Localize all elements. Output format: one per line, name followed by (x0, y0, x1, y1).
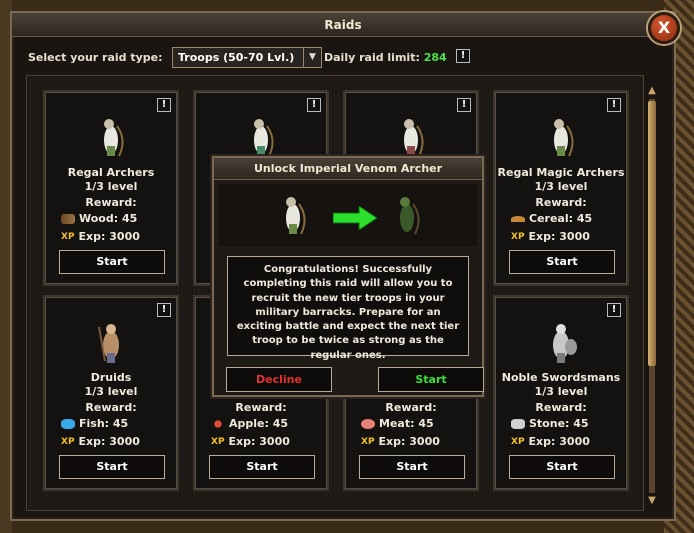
raid-filter-bar: Select your raid type: Troops (50-70 Lvl… (26, 47, 660, 69)
card-level: 1/3 level (84, 180, 138, 193)
start-button[interactable]: Start (209, 455, 315, 479)
decline-button[interactable]: Decline (226, 367, 332, 392)
card-exp: XP Exp: 3000 (511, 230, 590, 243)
modal-message: Congratulations! Successfully completing… (227, 256, 469, 361)
raid-card-regal-magic-archers: ! Regal Magic Archers 1/3 level Reward: … (493, 90, 629, 286)
card-name: Regal Magic Archers (497, 166, 625, 179)
card-exp: XP Exp: 3000 (61, 230, 140, 243)
xp-icon: XP (211, 437, 225, 447)
raid-type-select[interactable]: Troops (50-70 Lvl.) ▼ (172, 47, 322, 68)
daily-limit-label: Daily raid limit: (324, 51, 420, 64)
card-exp: XP Exp: 3000 (361, 435, 440, 448)
start-button[interactable]: Start (359, 455, 465, 479)
fish-icon (61, 419, 75, 429)
card-info-button[interactable]: ! (457, 98, 471, 112)
card-level: 1/3 level (534, 385, 588, 398)
card-exp: XP Exp: 3000 (211, 435, 290, 448)
xp-icon: XP (511, 232, 525, 242)
card-name: Druids (90, 371, 132, 384)
card-reward-label: Reward: (535, 196, 587, 209)
venom-archer-unit-icon (400, 197, 420, 235)
card-resource: Stone: 45 (511, 417, 589, 430)
card-info-button[interactable]: ! (607, 98, 621, 112)
raid-type-label: Select your raid type: (28, 51, 163, 64)
raid-card-noble-swordsmans: ! Noble Swordsmans 1/3 level Reward: Sto… (493, 295, 629, 491)
raid-card-regal-archers: ! Regal Archers 1/3 level Reward: Wood: … (43, 90, 179, 286)
card-name: Noble Swordsmans (501, 371, 621, 384)
xp-icon: XP (511, 437, 525, 447)
card-reward-label: Reward: (85, 196, 137, 209)
card-reward-label: Reward: (85, 401, 137, 414)
card-reward-label: Reward: (535, 401, 587, 414)
unlock-modal: Unlock Imperial Venom Archer Congratulat… (212, 156, 484, 397)
card-info-button[interactable]: ! (607, 303, 621, 317)
xp-icon: XP (61, 437, 75, 447)
wood-icon (61, 214, 75, 224)
daily-limit: Daily raid limit: 284 (324, 51, 447, 64)
raid-type-value: Troops (50-70 Lvl.) (178, 51, 295, 64)
card-exp: XP Exp: 3000 (61, 435, 140, 448)
card-reward-label: Reward: (235, 401, 287, 414)
modal-start-button[interactable]: Start (378, 367, 484, 392)
card-name: Regal Archers (67, 166, 155, 179)
start-button[interactable]: Start (59, 455, 165, 479)
modal-title: Unlock Imperial Venom Archer (214, 158, 482, 180)
scroll-up-arrow-icon[interactable]: ▲ (646, 85, 658, 97)
card-info-button[interactable]: ! (307, 98, 321, 112)
card-resource: Meat: 45 (361, 417, 434, 430)
card-reward-label: Reward: (385, 401, 437, 414)
archer-unit-icon (254, 119, 274, 157)
card-resource: Wood: 45 (61, 212, 137, 225)
green-arrow-icon (333, 206, 377, 230)
meat-icon (361, 419, 375, 429)
apple-icon (211, 419, 225, 429)
cereal-icon (511, 216, 525, 222)
card-info-button[interactable]: ! (157, 98, 171, 112)
card-resource: Apple: 45 (211, 417, 288, 430)
card-level: 1/3 level (534, 180, 588, 193)
swordsman-unit-icon (553, 324, 577, 363)
chevron-down-icon[interactable]: ▼ (303, 48, 321, 67)
stone-icon (511, 419, 525, 429)
druid-unit-icon (98, 324, 119, 363)
xp-icon: XP (361, 437, 375, 447)
card-level: 1/3 level (84, 385, 138, 398)
xp-icon: XP (61, 232, 75, 242)
scroll-down-arrow-icon[interactable]: ▼ (646, 495, 658, 507)
card-exp: XP Exp: 3000 (511, 435, 590, 448)
start-button[interactable]: Start (509, 250, 615, 274)
archer-unit-icon (404, 119, 424, 157)
daily-limit-value: 284 (423, 51, 447, 64)
card-resource: Fish: 45 (61, 417, 128, 430)
raid-card-druids: ! Druids 1/3 level Reward: Fish: 45 XP Ex… (43, 295, 179, 491)
raids-window: Raids Select your raid type: Troops (50-… (10, 11, 676, 521)
current-unit-icon (286, 197, 306, 235)
scroll-thumb[interactable] (648, 101, 656, 366)
archer-unit-icon (104, 119, 124, 157)
card-resource: Cereal: 45 (511, 212, 592, 225)
window-title: Raids (12, 13, 674, 37)
unlock-art (219, 184, 477, 246)
daily-limit-info-button[interactable]: ! (456, 49, 470, 63)
scrollbar[interactable]: ▲ ▼ (646, 85, 658, 509)
magic-archer-unit-icon (554, 119, 574, 157)
start-button[interactable]: Start (59, 250, 165, 274)
close-button[interactable]: X (648, 12, 680, 44)
card-info-button[interactable]: ! (157, 303, 171, 317)
start-button[interactable]: Start (509, 455, 615, 479)
